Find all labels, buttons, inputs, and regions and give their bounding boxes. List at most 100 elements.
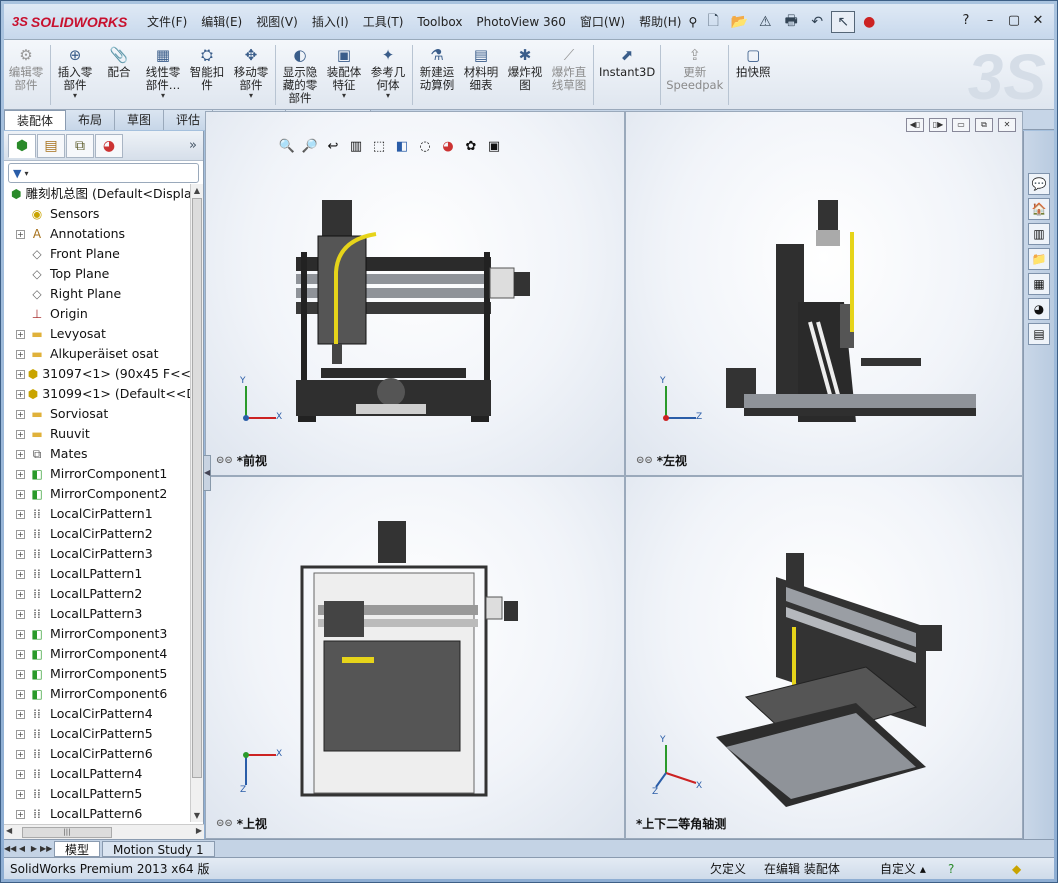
rebuild-status-icon[interactable]: ? [948,861,954,877]
tree-node[interactable]: + ⁞⁞ LocalCirPattern2 [4,524,190,544]
tree-node[interactable]: + ⁞⁞ LocalCirPattern5 [4,724,190,744]
command-show-hidden[interactable]: ◐ 显示隐 藏的零 部件 [278,40,322,109]
menu-item[interactable]: 视图(V) [249,4,305,40]
menu-item[interactable]: 插入(I) [305,4,356,40]
panel-collapse-handle[interactable]: ◀ [203,455,211,491]
tree-node[interactable]: + ▬ Levyosat [4,324,190,344]
expand-toggle-icon[interactable]: + [16,549,25,559]
expand-toggle-icon[interactable]: + [16,529,25,539]
expand-toggle-icon[interactable]: + [16,569,25,579]
graphics-area[interactable]: 🔍 🔎 ↩ ▥ ⬚ ◧ ◌ ◕ ✿ ▣ Y X ⊝⊝ *前视 ◀▯ ▯▶ ▭ ⧉… [205,111,1023,839]
command-linear-pattern[interactable]: ▦ 线性零 部件… ▾ [141,40,185,109]
tab[interactable]: 草图 [115,110,165,130]
expand-toggle-icon[interactable]: + [16,329,25,339]
feature-manager-tab-icon[interactable]: ⬢ [8,133,36,158]
restore-icon[interactable]: ▢ [1002,10,1026,30]
expand-toggle-icon[interactable]: + [16,409,25,419]
display-manager-tab-icon[interactable]: ◕ [95,133,123,158]
tree-node[interactable]: + ▬ Ruuvit [4,424,190,444]
new-document-icon[interactable]: 🗋 [701,11,725,33]
command-exploded-view[interactable]: ✱ 爆炸视 图 [503,40,547,109]
command-reference-geometry[interactable]: ✦ 参考几 何体 ▾ [366,40,410,109]
tree-node[interactable]: + ⁞⁞ LocalLPattern3 [4,604,190,624]
viewport-front[interactable]: 🔍 🔎 ↩ ▥ ⬚ ◧ ◌ ◕ ✿ ▣ Y X ⊝⊝ *前视 [205,111,625,476]
bottom-tab[interactable]: Motion Study 1 [102,840,215,857]
tree-node[interactable]: ⊥ Origin [4,304,190,324]
filter-field[interactable]: ▼ ▾ [8,163,199,183]
expand-panel-icon[interactable]: » [189,138,197,153]
folder-icon[interactable]: 📁 [1028,248,1050,270]
tree-node[interactable]: + ⬢ 31099<1> (Default<<D [4,384,190,404]
tree-node[interactable]: + ◧ MirrorComponent6 [4,684,190,704]
tree-node[interactable]: ◇ Right Plane [4,284,190,304]
tree-node[interactable]: + ◧ MirrorComponent5 [4,664,190,684]
menu-item[interactable]: PhotoView 360 [469,4,572,40]
expand-toggle-icon[interactable]: + [16,389,25,399]
command-explode-line-sketch[interactable]: ⟋ 爆炸直 线草图 [547,40,591,109]
expand-toggle-icon[interactable]: + [16,729,25,739]
undo-icon[interactable]: ↶ [805,11,829,33]
tab-prev-icon[interactable]: ◀ [16,844,28,853]
tree-node[interactable]: + ◧ MirrorComponent2 [4,484,190,504]
tree-node[interactable]: ◇ Top Plane [4,264,190,284]
command-smart-fasteners[interactable]: ⛭ 智能扣 件 [185,40,229,109]
tree-node[interactable]: + ⁞⁞ LocalCirPattern3 [4,544,190,564]
open-folder-icon[interactable]: 📂 [727,11,751,33]
tab-next-icon[interactable]: ▶ [28,844,40,853]
expand-toggle-icon[interactable]: + [16,669,25,679]
scroll-left-icon[interactable]: ◀ [6,826,12,835]
configuration-manager-tab-icon[interactable]: ⧉ [66,133,94,158]
menu-item[interactable]: 编辑(E) [194,4,249,40]
dropdown-arrow-icon[interactable]: ▾ [249,92,253,100]
tree-node[interactable]: + ⁞⁞ LocalLPattern1 [4,564,190,584]
menu-item[interactable]: Toolbox [410,4,469,40]
pin-menu-icon[interactable]: ⚲ [688,15,697,29]
tree-node[interactable]: + ▬ Alkuperäiset osat [4,344,190,364]
tree-node[interactable]: + ▬ Sorviosat [4,404,190,424]
scroll-down-icon[interactable]: ▼ [191,809,203,822]
scroll-right-icon[interactable]: ▶ [196,826,202,835]
expand-toggle-icon[interactable]: + [16,369,25,379]
tab-last-icon[interactable]: ▶▶ [40,844,52,853]
expand-toggle-icon[interactable]: + [16,229,25,239]
tree-vertical-scrollbar[interactable]: ▲ ▼ [190,184,203,822]
file-explorer-icon[interactable]: ▥ [1028,223,1050,245]
tree-horizontal-scrollbar[interactable]: ◀ ||| ▶ [4,824,204,839]
property-manager-tab-icon[interactable]: ▤ [37,133,65,158]
tree-node[interactable]: + ⁞⁞ LocalCirPattern1 [4,504,190,524]
solidworks-logo[interactable]: 3S SOLIDWORKS [4,4,140,40]
expand-toggle-icon[interactable]: + [16,649,25,659]
menu-item[interactable]: 帮助(H) [632,4,688,40]
bottom-tab[interactable]: 模型 [54,840,101,857]
expand-toggle-icon[interactable]: + [16,449,25,459]
viewport-isometric[interactable]: Y X Z *上下二等角轴测 [625,476,1023,839]
command-instant3d[interactable]: ⬈ Instant3D [596,40,658,109]
tag-icon[interactable]: ◆ [1012,861,1021,877]
minimize-icon[interactable]: – [978,10,1002,30]
expand-toggle-icon[interactable]: + [16,809,25,819]
dropdown-arrow-icon[interactable]: ▾ [161,92,165,100]
tree-node[interactable]: + A Annotations [4,224,190,244]
status-units[interactable]: 自定义 ▴ [880,861,926,877]
tree-node[interactable]: + ◧ MirrorComponent4 [4,644,190,664]
expand-toggle-icon[interactable]: + [16,789,25,799]
expand-toggle-icon[interactable]: + [16,349,25,359]
custom-properties-icon[interactable]: ▤ [1028,323,1050,345]
tree-node[interactable]: ⬢ 雕刻机总图 (Default<Displa [4,184,190,204]
expand-toggle-icon[interactable]: + [16,769,25,779]
traffic-light-icon[interactable]: ● [857,11,881,33]
command-bom[interactable]: ▤ 材料明 细表 [459,40,503,109]
command-insert-component[interactable]: ⊕ 插入零 部件 ▾ [53,40,97,109]
design-library-icon[interactable]: 🏠 [1028,198,1050,220]
scroll-thumb[interactable] [192,198,202,778]
expand-toggle-icon[interactable]: + [16,509,25,519]
tree-node[interactable]: + ⁞⁞ LocalLPattern6 [4,804,190,822]
menu-item[interactable]: 窗口(W) [573,4,632,40]
scroll-up-icon[interactable]: ▲ [191,184,203,197]
tree-node[interactable]: + ⧉ Mates [4,444,190,464]
dropdown-arrow-icon[interactable]: ▾ [73,92,77,100]
expand-toggle-icon[interactable]: + [16,749,25,759]
command-move-component[interactable]: ✥ 移动零 部件 ▾ [229,40,273,109]
tree-node[interactable]: + ⁞⁞ LocalLPattern5 [4,784,190,804]
command-edit-component[interactable]: ⚙ 编辑零 部件 [4,40,48,109]
